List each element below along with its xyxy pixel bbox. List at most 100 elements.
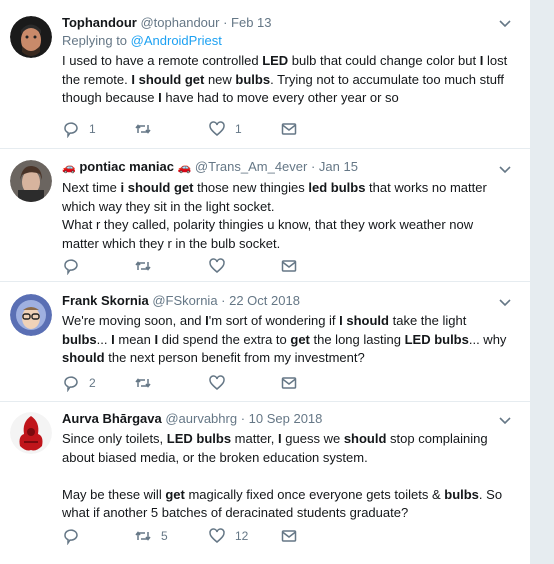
tweet-actions: 1 1 xyxy=(62,120,322,140)
timestamp[interactable]: Jan 15 xyxy=(319,159,358,174)
like-count: 12 xyxy=(235,529,249,543)
avatar[interactable] xyxy=(10,294,52,336)
tweet-text: I used to have a remote controlled LED b… xyxy=(62,52,512,108)
tweet[interactable]: 🚗 pontiac maniac 🚗 @Trans_Am_4ever · Jan… xyxy=(0,149,530,282)
separator: · xyxy=(219,15,232,30)
message-button[interactable] xyxy=(280,120,298,138)
replying-to-link[interactable]: @AndroidPriest xyxy=(131,33,222,48)
tweet-text-segment: What r they called, polarity thingies u … xyxy=(62,217,474,251)
message-button[interactable] xyxy=(280,527,298,545)
retweet-button[interactable] xyxy=(134,257,152,275)
replying-to-label: Replying to xyxy=(62,33,131,48)
retweet-count: 5 xyxy=(161,529,168,543)
tweet-text-segment: have had to move every other year or so xyxy=(161,90,399,105)
timestamp[interactable]: Feb 13 xyxy=(231,15,271,30)
avatar[interactable] xyxy=(10,412,52,454)
retweet-button[interactable] xyxy=(134,120,161,138)
display-name[interactable]: pontiac maniac xyxy=(79,159,174,174)
tweet[interactable]: Tophandour @tophandour · Feb 13 Replying… xyxy=(0,0,530,149)
highlighted-term: should xyxy=(62,350,105,365)
user-handle[interactable]: @aurvabhrg xyxy=(165,411,237,426)
separator: · xyxy=(307,159,319,174)
reply-button[interactable] xyxy=(62,257,80,275)
retweet-icon xyxy=(135,531,151,541)
tweet-header: 🚗 pontiac maniac 🚗 @Trans_Am_4ever · Jan… xyxy=(62,158,512,177)
reply-button[interactable] xyxy=(62,527,80,545)
highlighted-term: I should xyxy=(339,313,389,328)
highlighted-term: get xyxy=(290,331,310,347)
tweet[interactable]: Frank Skornia @FSkornia · 22 Oct 2018 We… xyxy=(0,282,530,402)
user-handle[interactable]: @tophandour xyxy=(140,15,219,30)
avatar[interactable] xyxy=(10,160,52,202)
display-name[interactable]: Tophandour xyxy=(62,15,137,30)
highlighted-term: LED xyxy=(262,53,289,68)
like-button[interactable]: 1 xyxy=(208,120,242,138)
message-icon xyxy=(281,123,297,135)
message-button[interactable] xyxy=(280,374,298,392)
retweet-button[interactable]: 5 xyxy=(134,527,168,545)
highlighted-term: LED bulbs xyxy=(166,431,232,446)
reply-icon xyxy=(64,122,78,138)
user-handle[interactable]: @Trans_Am_4ever xyxy=(195,159,307,174)
message-button[interactable] xyxy=(280,257,298,275)
tweet-text-segment: ... why xyxy=(468,331,507,347)
tweet-text-segment: bulb that could change color but xyxy=(288,53,480,68)
tweet-text-segment: guess we xyxy=(281,431,344,446)
user-handle[interactable]: @FSkornia xyxy=(152,293,217,308)
timeline: Tophandour @tophandour · Feb 13 Replying… xyxy=(0,0,531,564)
tweet-actions: 2 xyxy=(62,374,322,394)
tweet-text-segment: We're moving soon, and xyxy=(62,313,206,328)
message-icon xyxy=(281,377,297,389)
tweet-text-segment: Since only toilets, xyxy=(62,431,167,446)
tweet-header: Tophandour @tophandour · Feb 13 xyxy=(62,14,512,32)
tweet-text-segment: mean xyxy=(114,331,155,347)
highlighted-term: bulbs xyxy=(235,71,271,87)
tweet-text-segment: magically fixed once everyone gets toile… xyxy=(184,486,445,502)
display-name[interactable]: Aurva Bhārgava xyxy=(62,411,162,426)
tweet[interactable]: Aurva Bhārgava @aurvabhrg · 10 Sep 2018 … xyxy=(0,402,530,564)
chevron-down-icon[interactable] xyxy=(498,17,512,31)
like-button[interactable] xyxy=(208,374,226,392)
retweet-icon xyxy=(135,378,151,388)
reply-count: 2 xyxy=(89,376,96,390)
reply-button[interactable]: 2 xyxy=(62,374,96,392)
replying-to: Replying to @AndroidPriest xyxy=(62,32,512,50)
like-icon xyxy=(209,121,225,136)
reply-icon xyxy=(64,259,78,275)
like-button[interactable]: 12 xyxy=(208,527,248,545)
like-icon xyxy=(209,258,225,273)
message-icon xyxy=(281,260,297,272)
retweet-icon xyxy=(135,124,151,134)
reply-icon xyxy=(64,529,78,545)
tweet-text-segment: I used to have a remote controlled xyxy=(62,53,263,68)
highlighted-term: i should get xyxy=(120,180,194,195)
retweet-button[interactable] xyxy=(134,374,152,392)
tweet-text-segment: May be these will xyxy=(62,486,166,502)
like-icon xyxy=(209,528,225,543)
timestamp[interactable]: 10 Sep 2018 xyxy=(249,411,323,426)
separator: · xyxy=(217,293,230,308)
like-icon xyxy=(209,375,225,390)
highlighted-term: should xyxy=(343,431,387,446)
highlighted-term: bulbs xyxy=(62,331,97,347)
timestamp[interactable]: 22 Oct 2018 xyxy=(229,293,300,308)
highlighted-term: led bulbs xyxy=(308,180,366,195)
display-name[interactable]: Frank Skornia xyxy=(62,293,149,308)
tweet-text-segment: 'm sort of wondering if xyxy=(208,313,340,328)
like-button[interactable] xyxy=(208,257,226,275)
tweet-text-segment: the next person benefit from my investme… xyxy=(104,350,365,365)
tweet-text: We're moving soon, and I'm sort of wonde… xyxy=(62,312,512,368)
tweet-text-segment: did spend the extra to xyxy=(158,331,291,347)
tweet-text: Since only toilets, LED bulbs matter, I … xyxy=(62,430,512,523)
reply-icon xyxy=(64,376,78,392)
chevron-down-icon[interactable] xyxy=(498,414,512,428)
retweet-icon xyxy=(135,261,151,271)
tweet-text-segment: those new thingies xyxy=(193,180,309,195)
highlighted-term: get xyxy=(165,486,185,502)
chevron-down-icon[interactable] xyxy=(498,296,512,310)
chevron-down-icon[interactable] xyxy=(498,163,512,177)
reply-count: 1 xyxy=(89,122,96,136)
avatar[interactable] xyxy=(10,16,52,58)
reply-button[interactable]: 1 xyxy=(62,120,96,138)
highlighted-term: LED bulbs xyxy=(404,331,469,347)
